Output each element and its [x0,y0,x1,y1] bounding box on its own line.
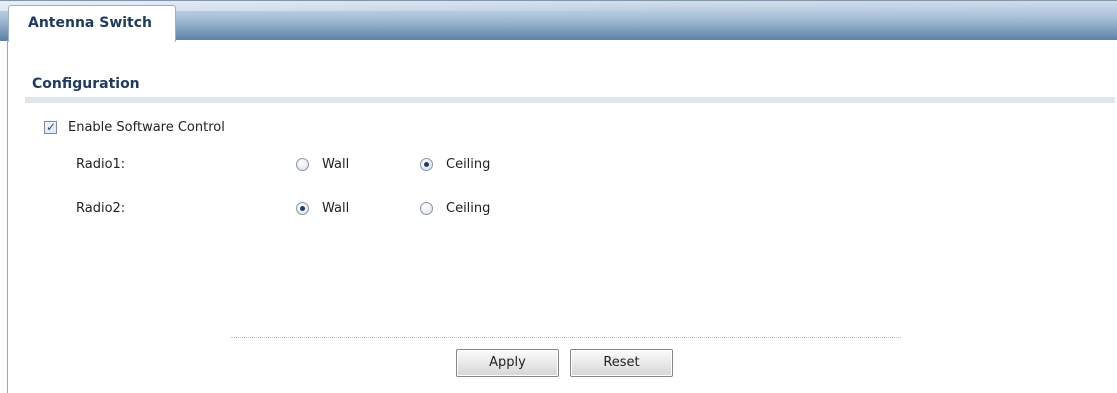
radio1-ceiling-label: Ceiling [446,156,491,172]
enable-software-control-label: Enable Software Control [68,120,225,135]
tab-antenna-switch[interactable]: Antenna Switch [8,5,176,42]
section-divider [25,97,1115,103]
radio1-ceiling-radio[interactable] [420,157,433,171]
radio2-row: Radio2: Wall Ceiling [76,199,544,217]
radio1-wall-label: Wall [322,156,350,172]
radio2-ceiling-label: Ceiling [446,200,491,216]
reset-button[interactable]: Reset [570,349,673,377]
radio2-wall-radio[interactable] [296,201,309,215]
radio2-label: Radio2: [76,200,126,216]
radio1-row: Radio1: Wall Ceiling [76,155,544,173]
button-separator [231,337,901,338]
radio2-wall-option[interactable]: Wall [296,201,420,216]
radio2-wall-label: Wall [322,200,350,216]
content-panel: Configuration ✓ Enable Software Control … [7,40,1117,393]
radio1-ceiling-option[interactable]: Ceiling [420,157,544,172]
radio1-wall-radio[interactable] [296,157,309,171]
radio2-ceiling-radio[interactable] [420,201,433,215]
tab-bar: Antenna Switch [0,0,1117,42]
enable-software-control-row: ✓ Enable Software Control [44,120,225,135]
apply-button[interactable]: Apply [456,349,559,377]
enable-software-control-checkbox[interactable]: ✓ [44,120,57,134]
radio1-label: Radio1: [76,156,126,172]
antenna-switch-page: Antenna Switch Configuration ✓ Enable So… [0,0,1117,393]
radio2-ceiling-option[interactable]: Ceiling [420,201,544,216]
checkmark-icon: ✓ [46,120,57,134]
section-title: Configuration [32,76,140,92]
radio1-wall-option[interactable]: Wall [296,157,420,172]
